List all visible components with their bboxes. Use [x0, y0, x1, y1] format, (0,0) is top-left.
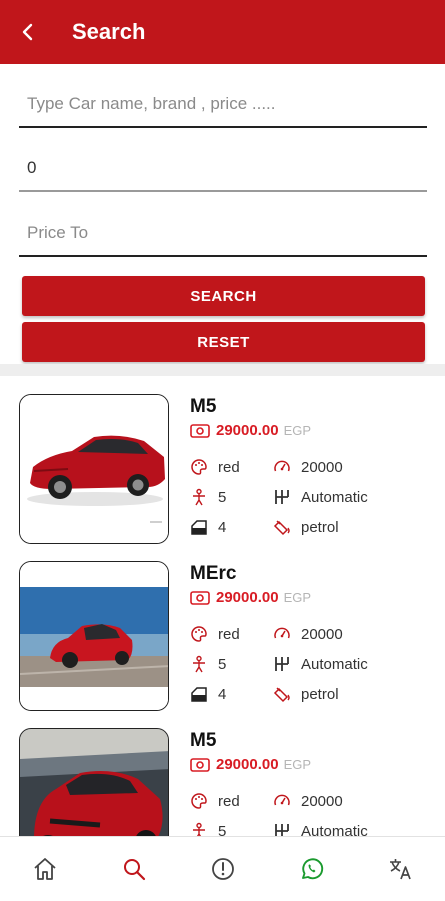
page-title: Search [72, 19, 146, 44]
bottom-nav [0, 836, 445, 901]
palette-icon [190, 458, 208, 476]
section-divider [0, 364, 445, 376]
spec-mileage-value: 20000 [301, 625, 343, 643]
currency-label: EGP [283, 423, 312, 438]
spec-seats: 5 [190, 822, 226, 836]
search-form: SEARCH RESET [0, 64, 445, 364]
spec-seats: 5 [190, 655, 226, 673]
spec-mileage: 20000 [273, 625, 343, 643]
spec-mileage: 20000 [273, 458, 343, 476]
car-image [19, 728, 169, 836]
fuel-icon [273, 518, 291, 536]
spec-color: red [190, 792, 240, 810]
spec-transmission: Automatic [273, 655, 368, 673]
person-icon [190, 488, 208, 506]
price-row: 29000.00 EGP [190, 589, 311, 606]
car-card[interactable]: M5 29000.00 EGP red 20000 5 Automatic [0, 710, 445, 836]
search-button[interactable]: SEARCH [22, 276, 425, 316]
currency-label: EGP [283, 757, 312, 772]
spec-color: red [190, 625, 240, 643]
translate-icon [389, 859, 411, 880]
spec-color: red [190, 458, 240, 476]
car-name: MErc [190, 563, 237, 584]
spec-doors: 4 [190, 685, 226, 703]
money-icon [190, 590, 210, 605]
spec-color-value: red [218, 625, 240, 643]
fuel-icon [273, 685, 291, 703]
speedometer-icon [273, 625, 291, 643]
palette-icon [190, 625, 208, 643]
door-icon [190, 518, 208, 536]
car-price: 29000.00 [216, 422, 279, 439]
spec-transmission-value: Automatic [301, 655, 368, 673]
spec-doors-value: 4 [218, 518, 227, 536]
home-icon [33, 858, 56, 880]
spec-transmission: Automatic [273, 822, 368, 836]
spec-fuel: petrol [273, 518, 339, 536]
spec-seats-value: 5 [218, 488, 227, 506]
query-field [19, 82, 427, 128]
door-icon [190, 685, 208, 703]
whatsapp-icon [301, 858, 323, 880]
nav-search[interactable] [114, 849, 154, 889]
car-price: 29000.00 [216, 589, 279, 606]
spec-color-value: red [218, 792, 240, 810]
person-icon [190, 655, 208, 673]
spec-fuel-value: petrol [301, 685, 339, 703]
back-arrow-icon [22, 23, 33, 41]
gearshift-icon [273, 822, 291, 836]
spec-doors: 4 [190, 518, 226, 536]
reset-button[interactable]: RESET [22, 322, 425, 362]
info-icon [211, 858, 234, 880]
spec-transmission: Automatic [273, 488, 368, 506]
spec-mileage-value: 20000 [301, 792, 343, 810]
currency-label: EGP [283, 590, 312, 605]
spec-transmission-value: Automatic [301, 822, 368, 837]
price-row: 29000.00 EGP [190, 422, 311, 439]
spec-mileage: 20000 [273, 792, 343, 810]
person-icon [190, 822, 208, 836]
search-icon [123, 859, 145, 881]
spec-seats-value: 5 [218, 822, 227, 837]
car-card[interactable]: MErc 29000.00 EGP red 20000 5 Automatic [0, 543, 445, 711]
price-to-field [19, 211, 427, 257]
nav-translate[interactable] [381, 849, 421, 889]
car-image [19, 394, 169, 544]
spec-color-value: red [218, 458, 240, 476]
spec-mileage-value: 20000 [301, 458, 343, 476]
car-image [19, 561, 169, 711]
gearshift-icon [273, 655, 291, 673]
gearshift-icon [273, 488, 291, 506]
price-from-field [19, 146, 427, 192]
nav-info[interactable] [203, 849, 243, 889]
spec-seats-value: 5 [218, 655, 227, 673]
spec-fuel-value: petrol [301, 518, 339, 536]
results-list[interactable]: M5 29000.00 EGP red 20000 5 Automatic 4 … [0, 376, 445, 836]
price-to-input[interactable] [19, 223, 427, 243]
nav-home[interactable] [25, 849, 65, 889]
car-card[interactable]: M5 29000.00 EGP red 20000 5 Automatic [0, 376, 445, 544]
app-bar: Search [0, 0, 445, 64]
price-from-input[interactable] [19, 158, 427, 178]
palette-icon [190, 792, 208, 810]
money-icon [190, 423, 210, 438]
spec-fuel: petrol [273, 685, 339, 703]
speedometer-icon [273, 458, 291, 476]
back-button[interactable] [0, 0, 56, 64]
money-icon [190, 757, 210, 772]
spec-seats: 5 [190, 488, 226, 506]
car-name: M5 [190, 396, 217, 417]
spec-doors-value: 4 [218, 685, 227, 703]
spec-transmission-value: Automatic [301, 488, 368, 506]
query-input[interactable] [19, 94, 427, 114]
car-name: M5 [190, 730, 217, 751]
speedometer-icon [273, 792, 291, 810]
nav-whatsapp[interactable] [292, 849, 332, 889]
price-row: 29000.00 EGP [190, 756, 311, 773]
car-price: 29000.00 [216, 756, 279, 773]
